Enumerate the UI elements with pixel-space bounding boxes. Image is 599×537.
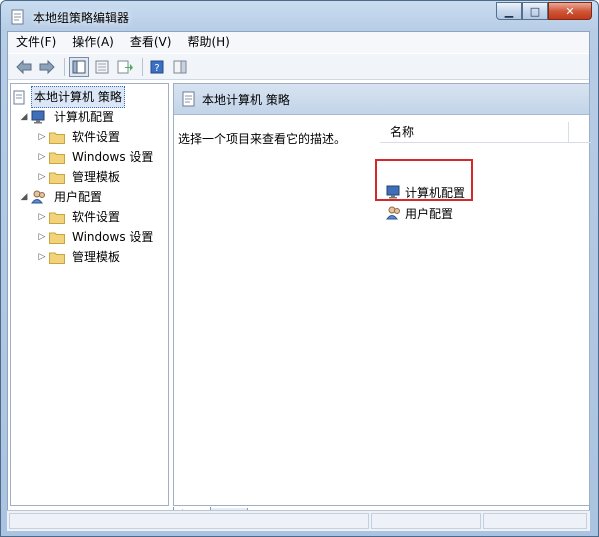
back-arrow-icon — [16, 59, 32, 74]
policy-document-icon — [13, 90, 25, 104]
show-action-pane-button[interactable] — [170, 57, 190, 77]
details-pane: 本地计算机 策略 选择一个项目来查看它的描述。 名称 计算机配置 用户配置 — [173, 83, 591, 506]
tree-label: Windows 设置 — [72, 150, 154, 164]
tree-root-local-computer-policy[interactable]: 本地计算机 策略 — [13, 86, 125, 108]
export-list-icon — [117, 60, 133, 73]
column-header-name[interactable]: 名称 — [380, 122, 591, 143]
show-hide-tree-icon — [72, 60, 86, 73]
close-button[interactable]: ✕ — [548, 2, 592, 20]
show-hide-tree-button[interactable] — [69, 56, 89, 77]
details-header-title: 本地计算机 策略 — [202, 92, 290, 107]
properties-icon — [95, 60, 109, 73]
expand-arrow-icon[interactable]: ▷ — [37, 207, 47, 227]
forward-arrow-icon — [39, 59, 55, 74]
collapse-arrow-icon[interactable]: ◢ — [19, 187, 29, 207]
export-list-button[interactable] — [115, 57, 135, 77]
tree-label: 软件设置 — [72, 210, 121, 224]
description-text: 选择一个项目来查看它的描述。 — [178, 132, 347, 146]
expand-arrow-icon[interactable]: ▷ — [37, 247, 47, 267]
tree-item-admin-templates[interactable]: ▷ 管理模板 — [37, 247, 122, 267]
tree-root-label: 本地计算机 策略 — [31, 86, 125, 108]
svg-text:?: ? — [154, 63, 159, 74]
expand-arrow-icon[interactable]: ▷ — [37, 227, 47, 247]
window-title: 本地组策略编辑器 — [33, 11, 130, 25]
user-config-icon — [386, 206, 400, 220]
expand-arrow-icon[interactable]: ▷ — [37, 167, 47, 187]
computer-config-icon — [31, 110, 45, 124]
maximize-button[interactable]: □ — [522, 2, 548, 20]
policy-document-icon — [182, 91, 195, 107]
menu-file[interactable]: 文件(F) — [8, 32, 64, 53]
tree-item-windows-settings[interactable]: ▷ Windows 设置 — [37, 147, 155, 167]
tree-label: 计算机配置 — [54, 110, 115, 124]
tree-item-windows-settings[interactable]: ▷ Windows 设置 — [37, 227, 155, 247]
folder-icon — [49, 212, 65, 224]
tree-label: 软件设置 — [72, 130, 121, 144]
tree-item-software-settings[interactable]: ▷ 软件设置 — [37, 207, 122, 227]
client-area: 文件(F) 操作(A) 查看(V) 帮助(H) ? 本地计算机 策略 ◢ 计算机… — [7, 31, 591, 528]
list-item-label: 用户配置 — [405, 206, 454, 221]
folder-icon — [49, 152, 65, 164]
forward-button[interactable] — [37, 57, 57, 77]
annotation-highlight-box — [375, 159, 473, 201]
show-action-pane-icon — [173, 60, 187, 73]
menu-help[interactable]: 帮助(H) — [179, 32, 237, 53]
details-header: 本地计算机 策略 — [174, 84, 589, 115]
help-icon: ? — [150, 60, 164, 74]
folder-icon — [49, 132, 65, 144]
caption-buttons: ▁ □ ✕ — [496, 2, 592, 22]
user-config-icon — [31, 190, 45, 204]
menu-bar: 文件(F) 操作(A) 查看(V) 帮助(H) — [8, 32, 589, 53]
toolbar-separator — [142, 57, 143, 76]
tree-item-software-settings[interactable]: ▷ 软件设置 — [37, 127, 122, 147]
properties-button[interactable] — [92, 57, 112, 77]
title-bar[interactable]: 本地组策略编辑器 ▁ □ ✕ — [1, 1, 598, 33]
tree-item-admin-templates[interactable]: ▷ 管理模板 — [37, 167, 122, 187]
status-cell — [483, 513, 587, 529]
toolbar-separator — [64, 57, 65, 76]
status-cell — [9, 513, 369, 529]
column-name-label: 名称 — [390, 125, 415, 139]
tree-label: 管理模板 — [72, 250, 121, 264]
expand-arrow-icon[interactable]: ▷ — [37, 147, 47, 167]
tree-label: Windows 设置 — [72, 230, 154, 244]
help-button[interactable]: ? — [147, 57, 167, 77]
folder-icon — [49, 252, 65, 264]
column-separator[interactable] — [568, 122, 569, 142]
folder-icon — [49, 232, 65, 244]
tree-label: 管理模板 — [72, 170, 121, 184]
status-cell — [371, 513, 481, 529]
minimize-button[interactable]: ▁ — [496, 2, 522, 20]
collapse-arrow-icon[interactable]: ◢ — [19, 107, 29, 127]
tree-label: 用户配置 — [54, 190, 103, 204]
tree-pane[interactable]: 本地计算机 策略 ◢ 计算机配置 ▷ 软件设置 ▷ Windows 设置 ▷ 管… — [10, 83, 169, 506]
status-bar — [7, 510, 590, 531]
expand-arrow-icon[interactable]: ▷ — [37, 127, 47, 147]
menu-view[interactable]: 查看(V) — [122, 32, 180, 53]
back-button[interactable] — [14, 57, 34, 77]
folder-icon — [49, 172, 65, 184]
tree-item-computer-config[interactable]: ◢ 计算机配置 — [19, 107, 116, 127]
list-item-user-config[interactable]: 用户配置 — [386, 203, 453, 223]
policy-document-icon — [11, 9, 24, 25]
tree-item-user-config[interactable]: ◢ 用户配置 — [19, 187, 104, 207]
menu-action[interactable]: 操作(A) — [64, 32, 122, 53]
toolbar: ? — [8, 54, 589, 80]
